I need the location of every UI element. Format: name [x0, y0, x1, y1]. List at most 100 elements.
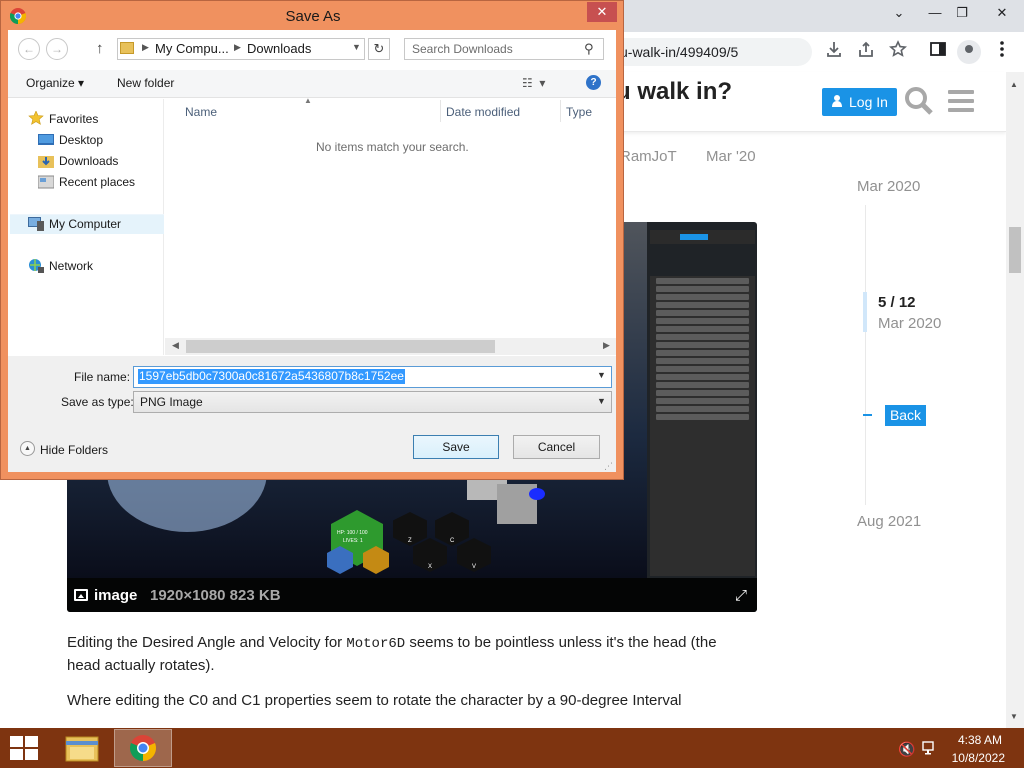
chrome-taskbar-icon[interactable] [114, 729, 172, 767]
file-list-pane[interactable] [165, 99, 616, 355]
downloads-folder-icon [38, 156, 54, 168]
file-name-label: File name: [74, 370, 131, 384]
hud-hp-text: HP: 100 / 100 [337, 530, 368, 536]
nav-my-computer[interactable]: My Computer [49, 217, 121, 231]
organize-menu[interactable]: Organize ▾ [26, 76, 84, 90]
login-button[interactable]: Log In [822, 88, 897, 116]
resize-grip-icon[interactable]: ⋰ [604, 461, 613, 472]
new-folder-button[interactable]: New folder [117, 76, 174, 90]
timeline-position-date: Mar 2020 [878, 315, 942, 332]
folder-icon [120, 42, 134, 54]
clock-time[interactable]: 4:38 AM [930, 733, 1002, 747]
save-button[interactable]: Save [413, 435, 499, 459]
dialog-title: Save As [285, 8, 341, 25]
browser-menu-icon[interactable] [990, 40, 1014, 64]
scroll-down-arrow-icon[interactable]: ▼ [1010, 712, 1018, 721]
image-caption-label: image [94, 587, 138, 604]
column-divider[interactable] [440, 100, 441, 122]
studio-explorer [650, 276, 755, 576]
timeline-position: 5 / 12 [878, 294, 916, 311]
image-icon [74, 589, 88, 601]
desktop-icon [38, 134, 54, 145]
help-icon[interactable]: ? [586, 75, 601, 90]
timeline-back-marker [863, 414, 872, 416]
scroll-left-arrow-icon[interactable]: ◀ [172, 340, 179, 351]
clock-date[interactable]: 10/8/2022 [930, 751, 1005, 765]
computer-icon [28, 217, 44, 231]
collapse-icon[interactable]: ▲ [20, 441, 35, 456]
restore-button[interactable]: ❐ [945, 2, 979, 24]
login-label: Log In [849, 94, 888, 110]
path-dropdown-icon[interactable]: ▼ [352, 42, 361, 52]
topic-title: u walk in? [616, 78, 733, 105]
nav-recent-places[interactable]: Recent places [59, 175, 135, 189]
file-name-value[interactable]: 1597eb5db0c7300a0c81672a5436807b8c1752ee [138, 369, 405, 384]
timeline-start-date[interactable]: Mar 2020 [857, 178, 920, 195]
profile-avatar[interactable] [957, 40, 981, 64]
scrollbar-thumb[interactable] [1009, 227, 1021, 273]
column-divider[interactable] [560, 100, 561, 122]
dialog-close-button[interactable]: ✕ [587, 2, 617, 22]
magnifier-icon[interactable]: ⚲ [584, 41, 594, 57]
forward-arrow-icon[interactable]: → [46, 38, 68, 60]
timeline-end-date[interactable]: Aug 2021 [857, 513, 921, 530]
recent-places-icon [38, 175, 54, 189]
change-view-icon[interactable]: ☷ ▾ [522, 76, 545, 90]
scroll-right-arrow-icon[interactable]: ▶ [603, 340, 610, 351]
page-scrollbar[interactable] [1006, 72, 1024, 728]
windows-start-icon[interactable] [10, 736, 38, 760]
post-paragraph: Editing the Desired Angle and Velocity f… [67, 634, 717, 674]
refresh-icon[interactable]: ↻ [368, 38, 390, 60]
scroll-up-arrow-icon[interactable]: ▲ [1010, 80, 1018, 89]
side-panel-icon[interactable] [926, 40, 950, 64]
path-separator-icon[interactable]: ▶ [142, 42, 149, 53]
timeline-handle[interactable] [863, 292, 867, 332]
column-header-type[interactable]: Type [566, 105, 592, 119]
column-header-name[interactable]: Name [185, 105, 217, 119]
path-segment-computer[interactable]: My Compu... [155, 41, 229, 56]
nav-network[interactable]: Network [49, 259, 93, 273]
blue-marker [529, 488, 545, 500]
install-icon[interactable] [822, 40, 846, 64]
save-as-type-select[interactable]: PNG Image [133, 391, 612, 413]
timeline-track[interactable] [865, 205, 866, 505]
file-explorer-taskbar-icon[interactable] [57, 729, 107, 767]
up-arrow-icon[interactable]: ↑ [96, 40, 104, 57]
key-label-c: C [450, 538, 455, 544]
hamburger-menu-icon[interactable] [948, 90, 974, 112]
search-icon[interactable] [904, 86, 934, 116]
save-as-type-dropdown-icon[interactable]: ▼ [597, 396, 606, 406]
nav-downloads[interactable]: Downloads [59, 154, 118, 168]
empty-folder-message: No items match your search. [316, 140, 469, 154]
network-icon [29, 259, 44, 273]
file-name-dropdown-icon[interactable]: ▼ [597, 370, 606, 380]
back-arrow-icon[interactable]: ← [18, 38, 40, 60]
key-label-v: V [472, 564, 477, 570]
person-icon [832, 95, 842, 107]
nav-desktop[interactable]: Desktop [59, 133, 103, 147]
search-downloads-input[interactable]: Search Downloads [404, 38, 604, 60]
volume-muted-icon[interactable]: 🔇 [898, 741, 915, 758]
share-icon[interactable] [854, 40, 878, 64]
tab-search-button[interactable]: ⌄ [882, 2, 916, 24]
key-label-z: Z [408, 538, 412, 544]
post-paragraph: Where editing the C0 and C1 properties s… [67, 692, 682, 709]
horizontal-scrollbar-thumb[interactable] [186, 340, 495, 353]
column-header-date-modified[interactable]: Date modified [446, 105, 520, 119]
cancel-button[interactable]: Cancel [513, 435, 600, 459]
path-separator-icon[interactable]: ▶ [234, 42, 241, 53]
save-as-type-label: Save as type: [61, 395, 134, 409]
sort-ascending-icon: ▲ [304, 96, 312, 105]
key-label-x: X [428, 564, 433, 570]
timeline-back-button[interactable]: Back [885, 405, 926, 426]
bookmark-star-icon[interactable] [886, 40, 910, 64]
nav-favorites[interactable]: Favorites [49, 112, 98, 126]
expand-icon[interactable]: ⤢ [735, 587, 747, 604]
path-segment-downloads[interactable]: Downloads [247, 41, 311, 56]
post-author[interactable]: RamJoT [620, 148, 677, 165]
post-date[interactable]: Mar '20 [706, 148, 756, 165]
address-bar[interactable]: u-walk-in/499409/5 [600, 38, 812, 66]
hide-folders-button[interactable]: Hide Folders [40, 443, 108, 457]
star-icon [28, 111, 44, 125]
close-window-button[interactable]: ✕ [985, 2, 1019, 24]
